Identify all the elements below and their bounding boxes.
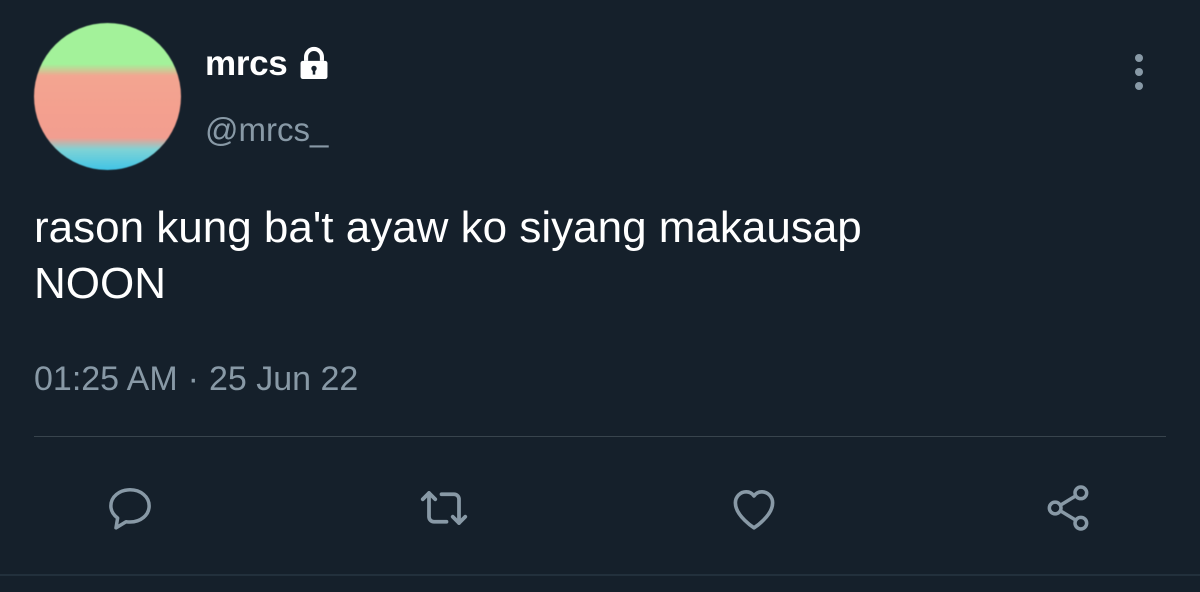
share-icon [1040, 480, 1096, 536]
tweet-text: rason kung ba't ayaw ko siyang makausap … [34, 200, 1154, 312]
avatar[interactable] [34, 23, 181, 170]
divider [34, 436, 1166, 437]
user-handle[interactable]: @mrcs_ [205, 111, 328, 149]
tweet-timestamp[interactable]: 01:25 AM · 25 Jun 22 [34, 360, 358, 399]
tweet-card: mrcs @mrcs_ rason kung ba't ayaw ko siya… [0, 0, 1200, 592]
reply-button[interactable] [100, 478, 160, 538]
retweet-button[interactable] [414, 478, 474, 538]
author-name-row: mrcs [205, 40, 335, 88]
share-button[interactable] [1038, 478, 1098, 538]
tweet-date: 25 Jun 22 [208, 360, 359, 398]
tweet-text-line-1: rason kung ba't ayaw ko siyang makausap [34, 203, 862, 252]
tweet-text-line-2: NOON [34, 259, 166, 308]
tweet-time: 01:25 AM [34, 360, 178, 398]
bottom-divider [0, 574, 1200, 576]
reply-icon [102, 480, 158, 536]
like-button[interactable] [724, 478, 784, 538]
more-options-icon[interactable] [1124, 50, 1154, 94]
heart-icon [725, 479, 783, 537]
meta-separator: · [187, 360, 199, 398]
display-name[interactable]: mrcs [205, 44, 288, 84]
lock-icon [295, 44, 335, 84]
retweet-icon [414, 478, 474, 538]
